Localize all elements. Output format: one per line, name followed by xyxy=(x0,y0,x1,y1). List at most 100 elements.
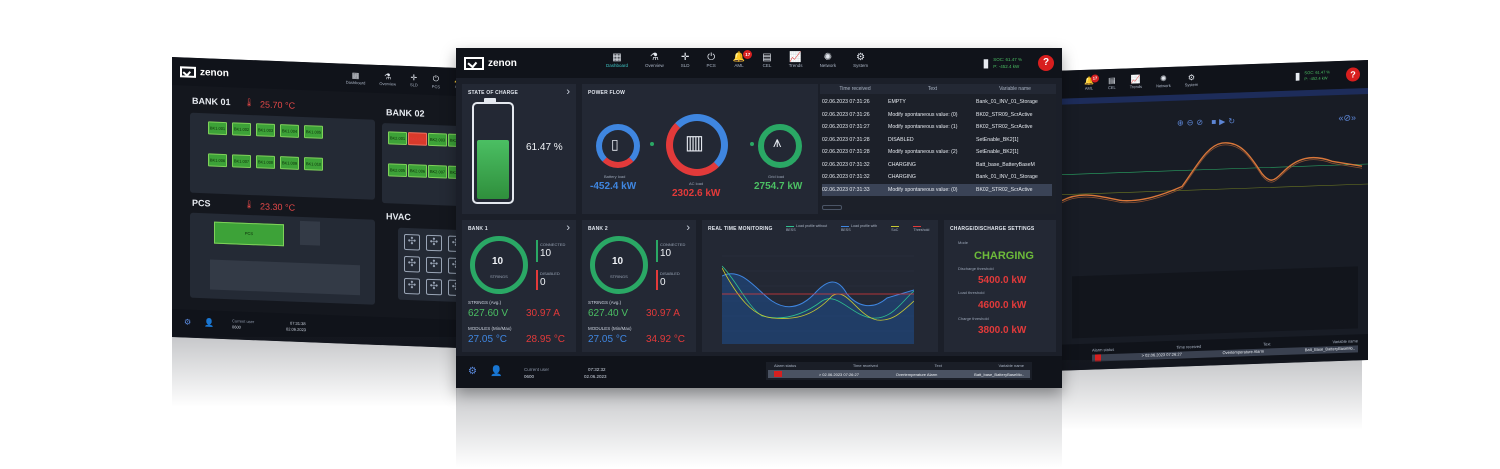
disabled-bar xyxy=(656,270,658,290)
battery-string-cell[interactable]: BK1.008 xyxy=(256,155,275,169)
footer-alarm-line: Alarm status Time received Text Variable na… xyxy=(766,362,1032,380)
fan-icon: ✣ xyxy=(404,277,420,295)
nav-system[interactable]: ⚙ System xyxy=(853,52,868,68)
dashboard-icon: ▦ xyxy=(612,52,622,63)
scrollbar-handle[interactable] xyxy=(822,205,842,210)
battery-string-cell[interactable]: BK1.009 xyxy=(280,156,299,170)
battery-icon: ▯ xyxy=(611,136,619,152)
battery-string-cell[interactable]: BK2.005 xyxy=(388,163,407,178)
battery-string-cell[interactable]: BK1.010 xyxy=(304,157,323,171)
nav-pcs[interactable]: ⏻ PCS xyxy=(707,52,716,68)
user-icon[interactable]: 👤 xyxy=(204,318,214,327)
strings-count: 10 xyxy=(492,256,504,267)
table-row[interactable]: 02.06.2023 07:31:26 Modify spontaneous va… xyxy=(822,109,1052,121)
table-row[interactable]: 02.06.2023 07:31:32 CHARGING Bank_01_INV_0… xyxy=(822,171,1052,183)
user-icon[interactable]: 👤 xyxy=(490,366,502,377)
charge-threshold[interactable]: 3800.0 kW xyxy=(978,325,1026,336)
battery-string-cell[interactable]: BK2.003 xyxy=(428,132,447,147)
chevron-right-icon[interactable]: › xyxy=(686,222,690,234)
right-nav-trends[interactable]: 📈 Trends xyxy=(1130,75,1142,89)
soc-panel[interactable]: STATE OF CHARGE › 61.47 % xyxy=(462,84,576,214)
realtime-panel: REAL TIME MONITORING Load profile withou… xyxy=(702,220,938,352)
battery-string-cell[interactable]: BK1.005 xyxy=(304,125,323,139)
nav-dashboard[interactable]: ▦ Dashboard xyxy=(606,52,628,68)
nav-aml[interactable]: 🔔 AML 17 xyxy=(733,50,753,68)
load-threshold[interactable]: 4600.0 kW xyxy=(978,300,1026,311)
nav-cel[interactable]: ▤ CEL xyxy=(762,52,771,68)
center-reflection xyxy=(456,388,1062,468)
help-button[interactable]: ? xyxy=(1038,55,1054,71)
table-row[interactable]: 02.06.2023 07:31:28 Modify spontaneous va… xyxy=(822,146,1052,158)
battery-string-cell[interactable]: BK2.006 xyxy=(408,164,427,178)
trend-zoom-toolbar[interactable]: ⊕⊖⊘ ■▶↻ xyxy=(1177,117,1238,128)
settings-gear-icon[interactable]: ⚙ xyxy=(184,317,191,326)
nav-sld[interactable]: ✛ SLD xyxy=(681,52,690,68)
right-nav-aml[interactable]: 🔔 AML 17 xyxy=(1084,74,1099,91)
charge-settings-panel[interactable]: CHARGE/DISCHARGE SETTINGS Mode CHARGING … xyxy=(944,220,1056,352)
right-table xyxy=(1072,266,1358,339)
battery-status-icon: ▮ xyxy=(982,56,990,70)
power-flow-panel: POWER FLOW ▯ Battery load -452.4 kW ▥ AC… xyxy=(582,84,818,214)
trends-icon: 📈 xyxy=(789,52,802,63)
nav-network[interactable]: ✺ Network xyxy=(820,52,837,68)
thermometer-icon: 🌡 xyxy=(244,97,255,108)
table-row[interactable]: 02.06.2023 07:31:32 CHARGING Batt_base_Bat… xyxy=(822,159,1052,171)
chevron-right-icon[interactable]: › xyxy=(566,86,570,98)
center-screen: zenon ▦ Dashboard ⚗ Overview ✛ SLD ⏻ PCS 🔔 AML 17 ▤… xyxy=(456,48,1062,388)
left-nav-dashboard[interactable]: ▦ Dashboard xyxy=(346,70,366,86)
battery-string-cell[interactable]: BK1.004 xyxy=(280,124,299,138)
right-nav-system[interactable]: ⚙ System xyxy=(1185,73,1198,87)
connected-bar xyxy=(536,240,538,262)
battery-fill xyxy=(477,140,509,199)
battery-string-cell[interactable]: BK1.006 xyxy=(208,153,227,168)
trend-nav-controls[interactable]: «⊘» xyxy=(1338,112,1356,124)
pcs-cabinet xyxy=(300,220,320,246)
left-nav-sld[interactable]: ✛ SLD xyxy=(410,73,418,88)
table-row[interactable]: 02.06.2023 07:31:33 Modify spontaneous va… xyxy=(822,183,1052,196)
legend-item: SoC xyxy=(891,224,907,232)
battery-string-cell[interactable]: BK2.007 xyxy=(428,164,447,179)
left-logo: zenon xyxy=(180,65,229,79)
nav-overview[interactable]: ⚗ Overview xyxy=(645,52,664,68)
left-nav-pcs[interactable]: ⏻ PCS xyxy=(432,73,440,89)
battery-string-cell[interactable]: BK1.001 xyxy=(208,121,227,136)
battery-string-cell[interactable]: BK1.007 xyxy=(232,154,251,169)
chevron-right-icon[interactable]: › xyxy=(566,222,570,234)
disabled-bar xyxy=(536,270,538,290)
fan-icon: ✣ xyxy=(426,278,442,296)
disabled-count: 0 xyxy=(660,277,666,288)
pcs-block[interactable]: PCS xyxy=(214,221,284,247)
table-row[interactable]: 02.06.2023 07:31:28 DISABLED SetEnable_BK2… xyxy=(822,134,1052,146)
footer-alarm-row[interactable]: > 02.06.2023 07:26:27 Overtemperature Ala… xyxy=(768,370,1030,378)
table-row[interactable]: 02.06.2023 07:31:27 Modify spontaneous va… xyxy=(822,121,1052,133)
mode-value: CHARGING xyxy=(974,250,1034,262)
left-nav-overview[interactable]: ⚗ Overview xyxy=(379,71,396,87)
settings-gear-icon[interactable]: ⚙ xyxy=(468,366,477,377)
battery-string-cell[interactable]: BK1.003 xyxy=(256,123,275,137)
right-nav-cel[interactable]: ▤ CEL xyxy=(1108,76,1116,90)
bank1-title: BANK 1 xyxy=(468,226,488,232)
gear-icon: ⚙ xyxy=(856,52,866,63)
table-row[interactable]: 02.06.2023 07:31:26 EMPTY Bank_01_INV_01_S… xyxy=(822,96,1052,108)
fan-icon: ✣ xyxy=(426,234,442,252)
alarm-count-badge: 17 xyxy=(743,50,753,59)
pcs-cabinet-row xyxy=(210,259,360,296)
bank2-title: BANK 2 xyxy=(588,226,608,232)
bank2-panel[interactable]: BANK 2 › 10 STRINGS CONNECTED 10 DISABLE… xyxy=(582,220,696,352)
right-battery-status: SOC: 61.47 % P: -452.4 kW xyxy=(1304,69,1330,82)
center-logo: zenon xyxy=(464,56,517,70)
battery-status-icon: ▮ xyxy=(1294,70,1301,83)
event-list-icon: ▤ xyxy=(1108,75,1116,86)
connected-count: 10 xyxy=(540,248,552,259)
battery-string-cell[interactable]: BK2.001 xyxy=(388,131,407,146)
bank1-panel[interactable]: BANK 1 › 10 STRINGS CONNECTED 10 DISABLE… xyxy=(462,220,576,352)
battery-string-cell[interactable]: BK2.002 xyxy=(408,132,427,146)
help-button[interactable]: ? xyxy=(1346,67,1360,82)
discharge-threshold[interactable]: 5400.0 kW xyxy=(978,275,1026,286)
battery-string-cell[interactable]: BK1.002 xyxy=(232,122,251,137)
thermometer-icon: 🌡 xyxy=(244,199,255,210)
right-nav-network[interactable]: ✺ Network xyxy=(1156,74,1171,88)
right-reflection xyxy=(1062,360,1362,430)
nav-trends[interactable]: 📈 Trends xyxy=(789,52,803,68)
legend-item: Load profile without BESS xyxy=(786,224,828,232)
